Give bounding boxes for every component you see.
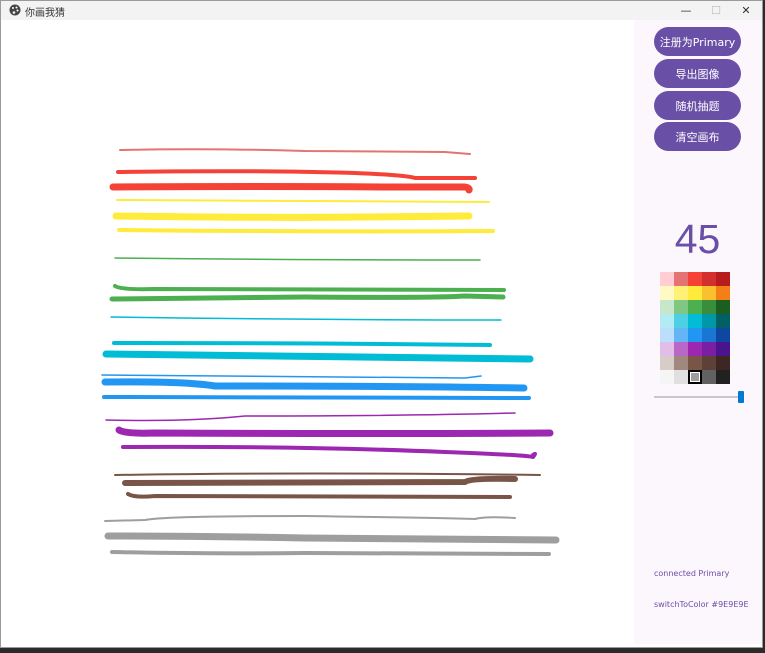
brush-size-slider[interactable] xyxy=(654,390,744,404)
drawn-stroke xyxy=(116,169,477,180)
drawn-stroke xyxy=(126,492,512,499)
color-swatch[interactable] xyxy=(660,342,674,356)
drawing-canvas[interactable] xyxy=(5,20,634,644)
color-swatch[interactable] xyxy=(716,286,730,300)
color-swatch[interactable] xyxy=(688,272,702,286)
maximize-button[interactable]: ☐ xyxy=(701,1,731,20)
drawn-stroke xyxy=(115,426,554,437)
color-swatch[interactable] xyxy=(674,314,688,328)
color-swatch[interactable] xyxy=(688,370,702,384)
color-swatch[interactable] xyxy=(674,370,688,384)
color-swatch[interactable] xyxy=(688,328,702,342)
export-image-button[interactable]: 导出图像 xyxy=(654,59,741,88)
color-swatch[interactable] xyxy=(702,356,716,370)
color-swatch[interactable] xyxy=(716,272,730,286)
color-swatch[interactable] xyxy=(674,300,688,314)
color-swatch[interactable] xyxy=(702,286,716,300)
color-swatch[interactable] xyxy=(688,342,702,356)
stroke-layer[interactable] xyxy=(5,20,634,644)
slider-thumb[interactable] xyxy=(738,391,744,403)
random-topic-button[interactable]: 随机抽题 xyxy=(654,91,741,120)
color-swatch[interactable] xyxy=(716,314,730,328)
drawn-stroke xyxy=(110,550,551,556)
drawn-stroke xyxy=(104,515,516,522)
drawn-stroke xyxy=(109,293,506,302)
close-button[interactable]: ✕ xyxy=(731,1,761,20)
color-swatch[interactable] xyxy=(702,300,716,314)
drawn-stroke xyxy=(114,472,541,476)
window-title: 你画我猜 xyxy=(25,8,65,19)
drawn-stroke xyxy=(114,257,481,261)
color-swatch[interactable] xyxy=(674,342,688,356)
color-swatch[interactable] xyxy=(674,272,688,286)
drawn-stroke xyxy=(122,475,518,486)
brush-size-display: 45 xyxy=(674,216,721,262)
color-swatch[interactable] xyxy=(702,272,716,286)
color-swatch[interactable] xyxy=(688,356,702,370)
drawn-stroke xyxy=(113,284,506,292)
color-swatch[interactable] xyxy=(702,328,716,342)
drawn-stroke xyxy=(116,199,490,203)
drawn-stroke xyxy=(104,532,560,544)
color-swatch[interactable] xyxy=(660,300,674,314)
drawn-stroke xyxy=(112,341,492,347)
clear-canvas-button[interactable]: 清空画布 xyxy=(654,122,741,151)
drawn-stroke xyxy=(102,350,534,363)
palette-icon xyxy=(9,4,21,16)
drawn-stroke xyxy=(101,374,482,379)
color-swatch[interactable] xyxy=(716,370,730,384)
drawn-stroke xyxy=(105,412,516,422)
color-swatch[interactable] xyxy=(660,272,674,286)
drawn-stroke xyxy=(102,395,531,400)
color-swatch[interactable] xyxy=(660,314,674,328)
color-palette xyxy=(660,272,730,384)
drawn-stroke xyxy=(109,183,473,194)
drawn-stroke xyxy=(119,148,471,155)
color-swatch[interactable] xyxy=(660,356,674,370)
last-event-status: switchToColor #9E9E9E xyxy=(654,600,749,609)
color-swatch[interactable] xyxy=(716,328,730,342)
color-swatch[interactable] xyxy=(702,370,716,384)
color-swatch[interactable] xyxy=(660,286,674,300)
color-swatch[interactable] xyxy=(716,356,730,370)
drawn-stroke xyxy=(110,316,502,321)
control-panel: 注册为Primary 导出图像 随机抽题 清空画布 45 connected P… xyxy=(634,20,762,644)
color-swatch[interactable] xyxy=(674,286,688,300)
color-swatch[interactable] xyxy=(702,342,716,356)
connection-status: connected Primary xyxy=(654,569,730,578)
minimize-button[interactable]: — xyxy=(671,1,701,20)
drawn-stroke xyxy=(101,378,528,392)
color-swatch[interactable] xyxy=(716,300,730,314)
slider-track xyxy=(654,396,744,398)
drawn-stroke xyxy=(117,228,495,234)
color-swatch[interactable] xyxy=(660,328,674,342)
color-swatch[interactable] xyxy=(688,286,702,300)
drawn-stroke xyxy=(112,212,473,221)
color-swatch[interactable] xyxy=(716,342,730,356)
color-swatch[interactable] xyxy=(674,356,688,370)
color-swatch[interactable] xyxy=(688,300,702,314)
color-swatch[interactable] xyxy=(674,328,688,342)
app-window: 你画我猜 — ☐ ✕ 注册为Primary 导出图像 随机抽题 清空画布 45 … xyxy=(0,0,763,648)
drawn-stroke xyxy=(121,444,537,459)
color-swatch[interactable] xyxy=(702,314,716,328)
title-bar[interactable]: 你画我猜 — ☐ ✕ xyxy=(1,1,762,20)
register-primary-button[interactable]: 注册为Primary xyxy=(654,27,741,56)
color-swatch[interactable] xyxy=(688,314,702,328)
color-swatch[interactable] xyxy=(660,370,674,384)
